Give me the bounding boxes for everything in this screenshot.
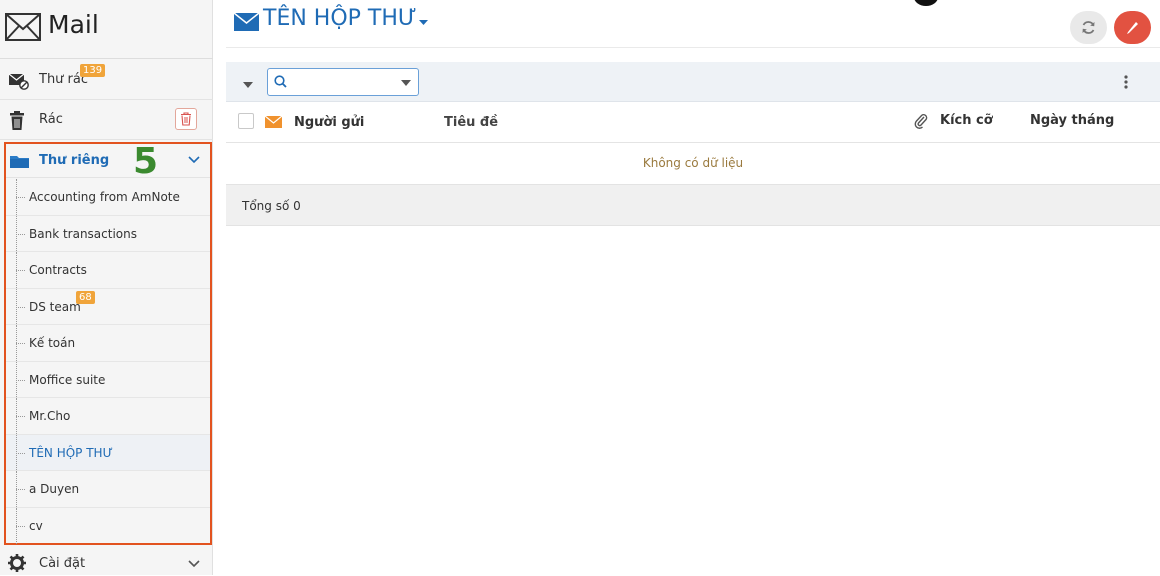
unread-count-badge: 68 [76, 290, 95, 304]
folder-item[interactable]: DS team 68 [6, 288, 210, 325]
mailbox-title[interactable]: TÊN HỘP THƯ [263, 6, 417, 31]
tree-branch [16, 525, 25, 527]
column-subject[interactable]: Tiêu đề [444, 115, 498, 130]
caret-down-icon[interactable] [401, 80, 411, 86]
tree-branch [16, 452, 25, 454]
trash-icon [181, 112, 191, 126]
attachment-icon [914, 114, 928, 129]
refresh-icon [1082, 21, 1095, 34]
tree-branch [16, 489, 25, 490]
pencil-icon [1127, 22, 1138, 34]
facebook-icon[interactable] [914, 0, 938, 6]
mail-envelope-icon [265, 116, 282, 128]
tree-branch [16, 197, 25, 198]
folder-item-label: TÊN HỘP THƯ [29, 445, 113, 460]
folder-item[interactable]: Bank transactions [6, 215, 210, 252]
folder-item-label: cv [29, 518, 43, 533]
gear-icon [8, 554, 26, 572]
mailbox-header: TÊN HỘP THƯ [226, 0, 1160, 48]
sidebar-item-settings[interactable]: Cài đặt [0, 546, 213, 576]
tree-branch [16, 379, 25, 381]
folder-item[interactable]: TÊN HỘP THƯ [6, 434, 210, 471]
tree-branch [16, 233, 25, 235]
more-options-icon[interactable] [1124, 75, 1128, 89]
folder-item-label: Accounting from AmNote [29, 190, 180, 204]
folder-item[interactable]: cv [6, 507, 210, 544]
tree-branch [16, 343, 25, 344]
chevron-down-icon[interactable] [188, 560, 200, 568]
search-box[interactable] [267, 68, 419, 96]
folder-item-label: a Duyen [29, 482, 80, 496]
folder-item[interactable]: Accounting from AmNote [6, 179, 210, 216]
sidebar-item-spam[interactable]: Thư rác 139 [0, 60, 213, 100]
sidebar: Mail Thư rác 139 Rác Thư riêng 5 Account… [0, 0, 213, 575]
folder-item[interactable]: Contracts [6, 252, 210, 289]
column-date[interactable]: Ngày tháng [1030, 113, 1114, 128]
step-number: 5 [133, 141, 159, 182]
trash-icon [10, 111, 24, 130]
tree-branch [16, 270, 25, 271]
spam-mail-icon [8, 73, 29, 90]
list-footer: Tổng số 0 [226, 184, 1160, 226]
total-count: Tổng số 0 [242, 199, 301, 213]
column-size[interactable]: Kích cỡ [940, 113, 993, 128]
folder-item-label: Kế toán [29, 336, 76, 350]
compose-button[interactable] [1114, 11, 1151, 44]
unread-count-badge: 139 [80, 64, 106, 77]
folder-item-label: Contracts [29, 263, 87, 277]
private-folders-group: Thư riêng 5 Accounting from AmNote Bank t… [4, 141, 212, 545]
folder-item[interactable]: Mr.Cho [6, 398, 210, 435]
empty-trash-button[interactable] [175, 108, 197, 130]
empty-state-text: Không có dữ liệu [642, 156, 744, 170]
folder-item[interactable]: a Duyen [6, 471, 210, 508]
column-sender[interactable]: Người gửi [294, 115, 364, 130]
main-panel: TÊN HỘP THƯ Người gửi Tiêu đề Kích cỡ Ng… [226, 0, 1160, 575]
mail-envelope-icon [5, 13, 41, 41]
folder-item-label: Moffice suite [29, 372, 106, 387]
search-icon [274, 75, 287, 88]
app-title: Mail [48, 10, 99, 39]
chevron-down-icon[interactable] [188, 156, 200, 164]
app-brand[interactable]: Mail [0, 0, 213, 59]
folder-item-label: Mr.Cho [29, 409, 71, 423]
tree-branch [16, 306, 25, 308]
sidebar-item-label: Thư riêng [39, 153, 110, 168]
sidebar-item-label: Cài đặt [39, 556, 86, 571]
folder-item[interactable]: Moffice suite [6, 361, 210, 398]
search-input[interactable] [292, 72, 397, 92]
folder-icon [10, 156, 29, 168]
sidebar-item-label: Rác [39, 112, 63, 127]
sidebar-item-private-folders[interactable]: Thư riêng 5 [6, 141, 210, 182]
list-toolbar [226, 62, 1160, 102]
folder-tree: Accounting from AmNote Bank transactions C… [6, 179, 210, 544]
tree-branch [16, 416, 25, 417]
table-header: Người gửi Tiêu đề Kích cỡ Ngày tháng [226, 102, 1160, 143]
caret-down-icon[interactable] [419, 20, 428, 25]
refresh-button[interactable] [1070, 11, 1107, 44]
folder-item-label: DS team [29, 299, 81, 314]
mail-envelope-icon [234, 13, 259, 31]
caret-down-icon[interactable] [243, 82, 253, 88]
folder-item-label: Bank transactions [29, 226, 137, 241]
select-all-checkbox[interactable] [238, 113, 254, 129]
folder-item[interactable]: Kế toán [6, 325, 210, 362]
